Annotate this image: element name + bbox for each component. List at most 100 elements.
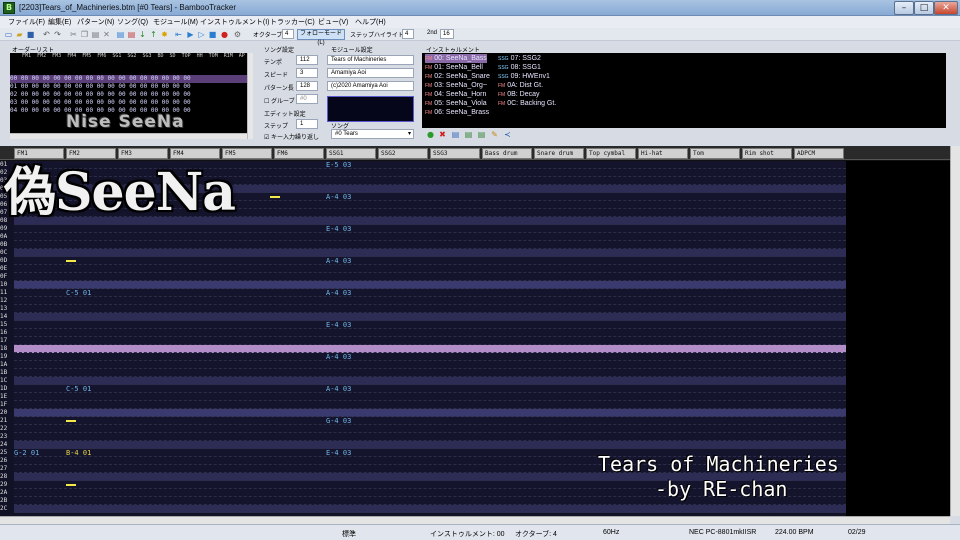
row-cells[interactable]: [14, 441, 846, 449]
paste-icon[interactable]: ▤: [91, 30, 100, 39]
new-file-icon[interactable]: ▭: [4, 30, 13, 39]
note-cell[interactable]: G-4 03: [326, 417, 351, 425]
order-row[interactable]: 03 00 00 00 00 00 00 00 00 00 00 00 00 0…: [10, 99, 247, 107]
pattern-row[interactable]: 14: [0, 313, 846, 321]
groove-checkbox[interactable]: ☐ グルーブ: [264, 96, 295, 105]
minimize-button[interactable]: –: [894, 1, 914, 15]
note-cell[interactable]: E-5 03: [326, 161, 351, 169]
key-repeat-checkbox[interactable]: ☑ キー入力繰り返し: [264, 132, 319, 141]
pattern-row[interactable]: 22: [0, 425, 846, 433]
row-cells[interactable]: [14, 377, 846, 385]
step-highlight-2nd-spinbox[interactable]: 16: [440, 29, 454, 39]
row-cells[interactable]: [14, 305, 846, 313]
track-header[interactable]: SSG2: [378, 148, 428, 159]
edit-instrument-icon[interactable]: ✎: [490, 130, 499, 139]
instrument-item[interactable]: FM 00: SeeNa_Bass: [425, 54, 487, 63]
row-cells[interactable]: [14, 265, 846, 273]
clone-instrument-icon[interactable]: ▤: [477, 130, 486, 139]
pattern-row[interactable]: 10: [0, 281, 846, 289]
order-list-scrollbar[interactable]: [247, 53, 253, 139]
track-header[interactable]: Bass drum: [482, 148, 532, 159]
insert-order-icon[interactable]: ▤: [116, 30, 125, 39]
undo-icon[interactable]: ↶: [42, 30, 51, 39]
move-down-icon[interactable]: ↓: [138, 30, 147, 39]
pattern-hscrollbar[interactable]: [0, 516, 950, 524]
pattern-row[interactable]: 0B: [0, 241, 846, 249]
row-cells[interactable]: [14, 393, 846, 401]
order-list-hscrollbar[interactable]: [10, 133, 247, 139]
row-cells[interactable]: [14, 337, 846, 345]
menu-tracker[interactable]: トラッカー(C): [270, 17, 315, 27]
row-cells[interactable]: [14, 241, 846, 249]
play-icon[interactable]: ▶: [186, 30, 195, 39]
order-row[interactable]: 01 00 00 00 00 00 00 00 00 00 00 00 00 0…: [10, 83, 247, 91]
row-cells[interactable]: [14, 409, 846, 417]
note-cell[interactable]: A-4 03: [326, 385, 351, 393]
menu-pattern[interactable]: パターン(N): [77, 17, 114, 27]
pattern-row[interactable]: 18: [0, 345, 846, 353]
add-instrument-icon[interactable]: ●: [426, 130, 435, 139]
close-button[interactable]: ✕: [934, 1, 958, 15]
note-cell[interactable]: E-4 03: [326, 321, 351, 329]
pattern-row[interactable]: 0D: [0, 257, 846, 265]
row-cells[interactable]: [14, 321, 846, 329]
row-cells[interactable]: [14, 257, 846, 265]
play-pattern-icon[interactable]: ▷: [197, 30, 206, 39]
row-cells[interactable]: [14, 353, 846, 361]
save-instrument-icon[interactable]: ▤: [464, 130, 473, 139]
groove-spinbox[interactable]: #0: [296, 94, 318, 104]
menu-instrument[interactable]: インストゥルメント(I): [200, 17, 269, 27]
cut-icon[interactable]: ✂: [69, 30, 78, 39]
pattern-row[interactable]: 20: [0, 409, 846, 417]
save-icon[interactable]: ■: [26, 30, 35, 39]
pattern-row[interactable]: 0E: [0, 265, 846, 273]
note-cell[interactable]: A-4 03: [326, 193, 351, 201]
row-cells[interactable]: [14, 225, 846, 233]
move-up-icon[interactable]: ↑: [149, 30, 158, 39]
step-spinbox[interactable]: 1: [296, 119, 318, 129]
step-highlight-1st-spinbox[interactable]: 4: [402, 29, 414, 39]
order-row[interactable]: 02 00 00 00 00 00 00 00 00 00 00 00 00 0…: [10, 91, 247, 99]
menu-help[interactable]: ヘルプ(H): [355, 17, 386, 27]
row-cells[interactable]: [14, 433, 846, 441]
row-cells[interactable]: [14, 361, 846, 369]
pattern-row[interactable]: 1F: [0, 401, 846, 409]
stop-icon[interactable]: ■: [208, 30, 217, 39]
note-cell[interactable]: B-4 01: [66, 449, 91, 457]
track-header[interactable]: Hi-hat: [638, 148, 688, 159]
row-cells[interactable]: [14, 313, 846, 321]
pattern-row[interactable]: 11: [0, 289, 846, 297]
menu-file[interactable]: ファイル(F): [8, 17, 45, 27]
track-header[interactable]: FM6: [274, 148, 324, 159]
pattern-row[interactable]: 13: [0, 305, 846, 313]
note-cell[interactable]: C-5 01: [66, 385, 91, 393]
track-header[interactable]: SSG3: [430, 148, 480, 159]
row-cells[interactable]: [14, 329, 846, 337]
pattern-row[interactable]: 15: [0, 321, 846, 329]
instrument-list[interactable]: FM 00: SeeNa_Bass FM 01: SeeNa_Bell FM 02: …: [422, 53, 946, 128]
song-select[interactable]: #0 Tears ▾: [331, 129, 414, 139]
menu-song[interactable]: ソング(Q): [117, 17, 148, 27]
pattern-row[interactable]: 21: [0, 417, 846, 425]
row-cells[interactable]: [14, 281, 846, 289]
instrument-item[interactable]: SSG 07: SSG2: [498, 54, 541, 63]
row-cells[interactable]: [14, 289, 846, 297]
pattern-vscrollbar[interactable]: [950, 146, 960, 516]
open-file-icon[interactable]: ▰: [15, 30, 24, 39]
sparkle-icon[interactable]: ✸: [160, 30, 169, 39]
pattern-row[interactable]: 1C: [0, 377, 846, 385]
row-cells[interactable]: [14, 233, 846, 241]
pattern-row[interactable]: 0C: [0, 249, 846, 257]
pattern-row[interactable]: 24: [0, 441, 846, 449]
pattern-row[interactable]: 0F: [0, 273, 846, 281]
pattern-row[interactable]: 1A: [0, 361, 846, 369]
note-cell[interactable]: C-5 01: [66, 289, 91, 297]
instrument-item[interactable]: FM 0B: Decay: [498, 90, 540, 99]
copy-icon[interactable]: ❐: [80, 30, 89, 39]
track-header[interactable]: ADPCM: [794, 148, 844, 159]
instrument-item[interactable]: FM 04: SeeNa_Horn: [425, 90, 486, 99]
note-cell[interactable]: A-4 03: [326, 353, 351, 361]
follow-mode-button[interactable]: フォローモード(L): [297, 29, 345, 46]
note-cell[interactable]: E-4 03: [326, 225, 351, 233]
instrument-item[interactable]: FM 03: SeeNa_Org~: [425, 81, 487, 90]
